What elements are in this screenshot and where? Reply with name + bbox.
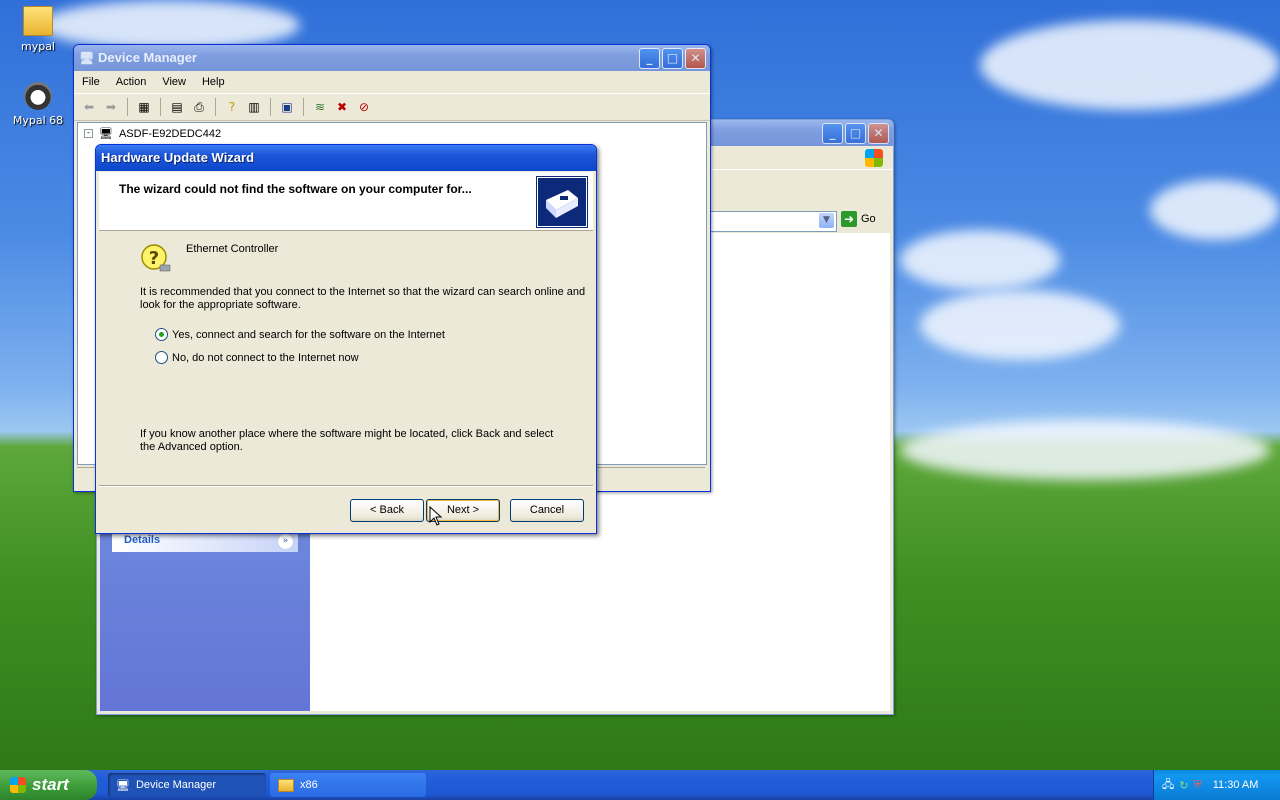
properties-icon[interactable]: ▤ xyxy=(168,98,186,116)
minimize-button[interactable]: _ xyxy=(639,48,660,69)
radio-unselected-indicator[interactable] xyxy=(155,351,168,364)
help-icon[interactable]: ? xyxy=(223,98,241,116)
folder-icon xyxy=(278,778,294,792)
mouse-cursor-icon xyxy=(429,505,443,526)
toolbar-separator xyxy=(215,98,216,116)
menu-help[interactable]: Help xyxy=(202,76,225,88)
go-arrow-icon: ➜ xyxy=(841,211,857,227)
device-manager-menubar: File Action View Help xyxy=(74,71,710,93)
cancel-button[interactable]: Cancel xyxy=(510,499,584,522)
update-driver-icon[interactable]: ≋ xyxy=(311,98,329,116)
maximize-button[interactable]: □ xyxy=(662,48,683,69)
wizard-titlebar[interactable]: Hardware Update Wizard xyxy=(96,145,596,171)
console-tree-icon[interactable]: ▦ xyxy=(135,98,153,116)
address-dropdown-button[interactable]: ▼ xyxy=(819,213,834,228)
system-tray: 🖧 ↻ ⛨ 11:30 AM xyxy=(1153,770,1280,800)
recommend-text-line-1: It is recommended that you connect to th… xyxy=(140,286,586,298)
device-name: Ethernet Controller xyxy=(186,243,279,255)
taskbar-button-label: x86 xyxy=(300,779,318,791)
windows-flag-icon xyxy=(10,777,26,793)
desktop-icon-mypal-folder[interactable]: mypal xyxy=(8,6,68,53)
device-manager-window-icon: 🖥 xyxy=(79,51,95,65)
recommend-text-line-2: look for the appropriate software. xyxy=(140,299,301,311)
taskbar: start 🖥 Device Manager x86 🖧 ↻ ⛨ 11:30 A… xyxy=(0,770,1280,800)
desktop-icon-mypal-browser[interactable]: Mypal 68 xyxy=(8,82,68,127)
back-button[interactable]: < Back xyxy=(350,499,424,522)
desktop-icon-label: Mypal 68 xyxy=(12,114,64,127)
wizard-title: Hardware Update Wizard xyxy=(101,150,255,165)
go-label: Go xyxy=(861,213,876,225)
scan-hardware-icon[interactable]: ▣ xyxy=(278,98,296,116)
windows-logo-icon xyxy=(865,149,883,167)
mypal-icon xyxy=(24,82,52,110)
computer-icon: 🖥 xyxy=(99,128,113,140)
network-icon[interactable]: 🖧 xyxy=(1162,776,1174,795)
collapse-icon[interactable]: - xyxy=(84,129,93,138)
wizard-divider xyxy=(99,485,593,487)
forward-arrow-icon[interactable]: ➡ xyxy=(102,98,120,116)
disable-icon[interactable]: ⊘ xyxy=(355,98,373,116)
go-button[interactable]: ➜ Go xyxy=(841,211,876,227)
device-manager-titlebar[interactable]: 🖥 Device Manager _ □ ✕ xyxy=(74,45,710,71)
view-icon[interactable]: ▥ xyxy=(245,98,263,116)
toolbar-separator xyxy=(160,98,161,116)
uninstall-icon[interactable]: ✖ xyxy=(333,98,351,116)
maximize-button[interactable]: □ xyxy=(845,123,866,144)
print-icon[interactable]: ⎙ xyxy=(190,98,208,116)
wizard-header: The wizard could not find the software o… xyxy=(99,172,593,231)
back-arrow-icon[interactable]: ⬅ xyxy=(80,98,98,116)
start-button[interactable]: start xyxy=(0,770,97,800)
folder-icon xyxy=(23,6,53,36)
hardware-wizard-icon xyxy=(536,176,588,228)
tree-root-item[interactable]: - 🖥 ASDF-E92DEDC442 xyxy=(84,127,221,140)
svg-text:?: ? xyxy=(149,248,159,269)
radio-connect-label: Yes, connect and search for the software… xyxy=(172,328,445,341)
clock[interactable]: 11:30 AM xyxy=(1213,779,1259,791)
desktop-icon-label: mypal xyxy=(20,40,55,53)
update-icon[interactable]: ↻ xyxy=(1179,779,1188,792)
radio-selected-indicator[interactable] xyxy=(155,328,168,341)
device-manager-toolbar: ⬅ ➡ ▦ ▤ ⎙ ? ▥ ▣ ≋ ✖ ⊘ xyxy=(74,93,710,121)
wizard-heading: The wizard could not find the software o… xyxy=(119,182,472,196)
toolbar-separator xyxy=(270,98,271,116)
device-manager-title: Device Manager xyxy=(98,50,197,65)
hardware-update-wizard-dialog[interactable]: Hardware Update Wizard The wizard could … xyxy=(95,144,597,534)
taskbar-button-device-manager[interactable]: 🖥 Device Manager xyxy=(108,773,266,797)
question-mark-icon: ? xyxy=(140,243,172,275)
radio-connect-internet[interactable]: Yes, connect and search for the software… xyxy=(155,328,445,341)
menu-file[interactable]: File xyxy=(82,76,100,88)
taskbar-button-label: Device Manager xyxy=(135,779,217,791)
minimize-button[interactable]: _ xyxy=(822,123,843,144)
toolbar-separator xyxy=(303,98,304,116)
tree-root-label: ASDF-E92DEDC442 xyxy=(118,127,222,140)
radio-no-connect-label: No, do not connect to the Internet now xyxy=(172,351,359,364)
taskbar-button-x86[interactable]: x86 xyxy=(270,773,426,797)
close-button[interactable]: ✕ xyxy=(868,123,889,144)
hint-text-line-1: If you know another place where the soft… xyxy=(140,428,554,440)
menu-action[interactable]: Action xyxy=(116,76,147,88)
toolbar-separator xyxy=(127,98,128,116)
expand-chevron-icon[interactable]: » xyxy=(277,533,294,550)
start-label: start xyxy=(32,775,69,794)
radio-do-not-connect[interactable]: No, do not connect to the Internet now xyxy=(155,351,359,364)
security-alert-icon[interactable]: ⛨ xyxy=(1193,779,1201,792)
details-panel-title: Details xyxy=(124,534,161,546)
close-button[interactable]: ✕ xyxy=(685,48,706,69)
device-manager-icon: 🖥 xyxy=(116,779,130,792)
menu-view[interactable]: View xyxy=(162,76,186,88)
hint-text-line-2: the Advanced option. xyxy=(140,441,243,453)
